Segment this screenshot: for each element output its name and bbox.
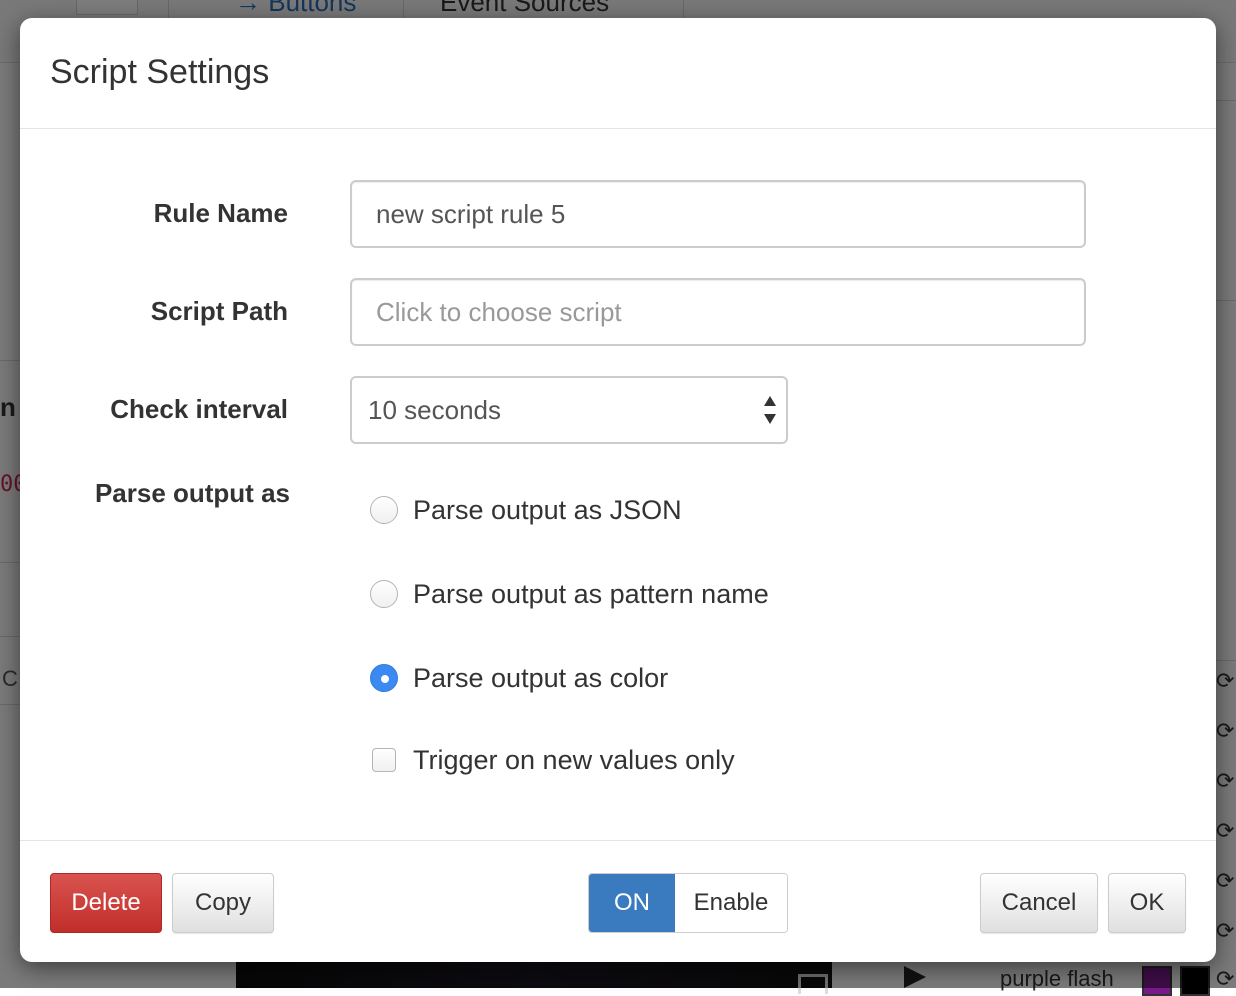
delete-button[interactable]: Delete bbox=[50, 873, 162, 933]
check-interval-selected-value: 10 seconds bbox=[368, 395, 501, 425]
radio-label-json: Parse output as JSON bbox=[413, 494, 682, 525]
ok-button[interactable]: OK bbox=[1108, 873, 1186, 933]
checkbox-trigger-new-values[interactable]: Trigger on new values only bbox=[370, 740, 735, 780]
radio-parse-pattern-name[interactable]: Parse output as pattern name bbox=[370, 574, 769, 614]
modal-header: Script Settings bbox=[20, 18, 1216, 129]
copy-button[interactable]: Copy bbox=[172, 873, 274, 933]
arrow-down-icon bbox=[764, 414, 776, 424]
radio-parse-json[interactable]: Parse output as JSON bbox=[370, 490, 682, 530]
modal-footer: Delete Copy ON Enable Cancel OK bbox=[20, 840, 1216, 962]
checkbox-label-trigger: Trigger on new values only bbox=[413, 744, 735, 775]
rule-name-input[interactable] bbox=[350, 180, 1086, 248]
radio-button[interactable] bbox=[370, 580, 398, 608]
script-settings-modal: Script Settings Rule Name Script Path Ch… bbox=[20, 18, 1216, 962]
modal-title: Script Settings bbox=[50, 53, 270, 91]
cancel-button[interactable]: Cancel bbox=[980, 873, 1098, 933]
radio-parse-color[interactable]: Parse output as color bbox=[370, 658, 668, 698]
radio-label-color: Parse output as color bbox=[413, 662, 669, 693]
radio-label-pattern-name: Parse output as pattern name bbox=[413, 578, 769, 609]
parse-output-label: Parse output as bbox=[94, 478, 290, 508]
checkbox[interactable] bbox=[372, 748, 396, 772]
rule-name-label: Rule Name bbox=[153, 198, 288, 228]
check-interval-select[interactable]: 10 seconds bbox=[350, 376, 788, 444]
toggle-on-state[interactable]: ON bbox=[589, 874, 675, 932]
select-arrows-icon bbox=[764, 396, 776, 424]
arrow-up-icon bbox=[764, 396, 776, 406]
toggle-enable-label[interactable]: Enable bbox=[675, 874, 787, 932]
radio-button-checked[interactable] bbox=[370, 664, 398, 692]
enable-toggle[interactable]: ON Enable bbox=[588, 873, 788, 933]
radio-button[interactable] bbox=[370, 496, 398, 524]
script-path-input[interactable] bbox=[350, 278, 1086, 346]
script-path-label: Script Path bbox=[150, 296, 288, 326]
check-interval-label: Check interval bbox=[110, 394, 288, 424]
